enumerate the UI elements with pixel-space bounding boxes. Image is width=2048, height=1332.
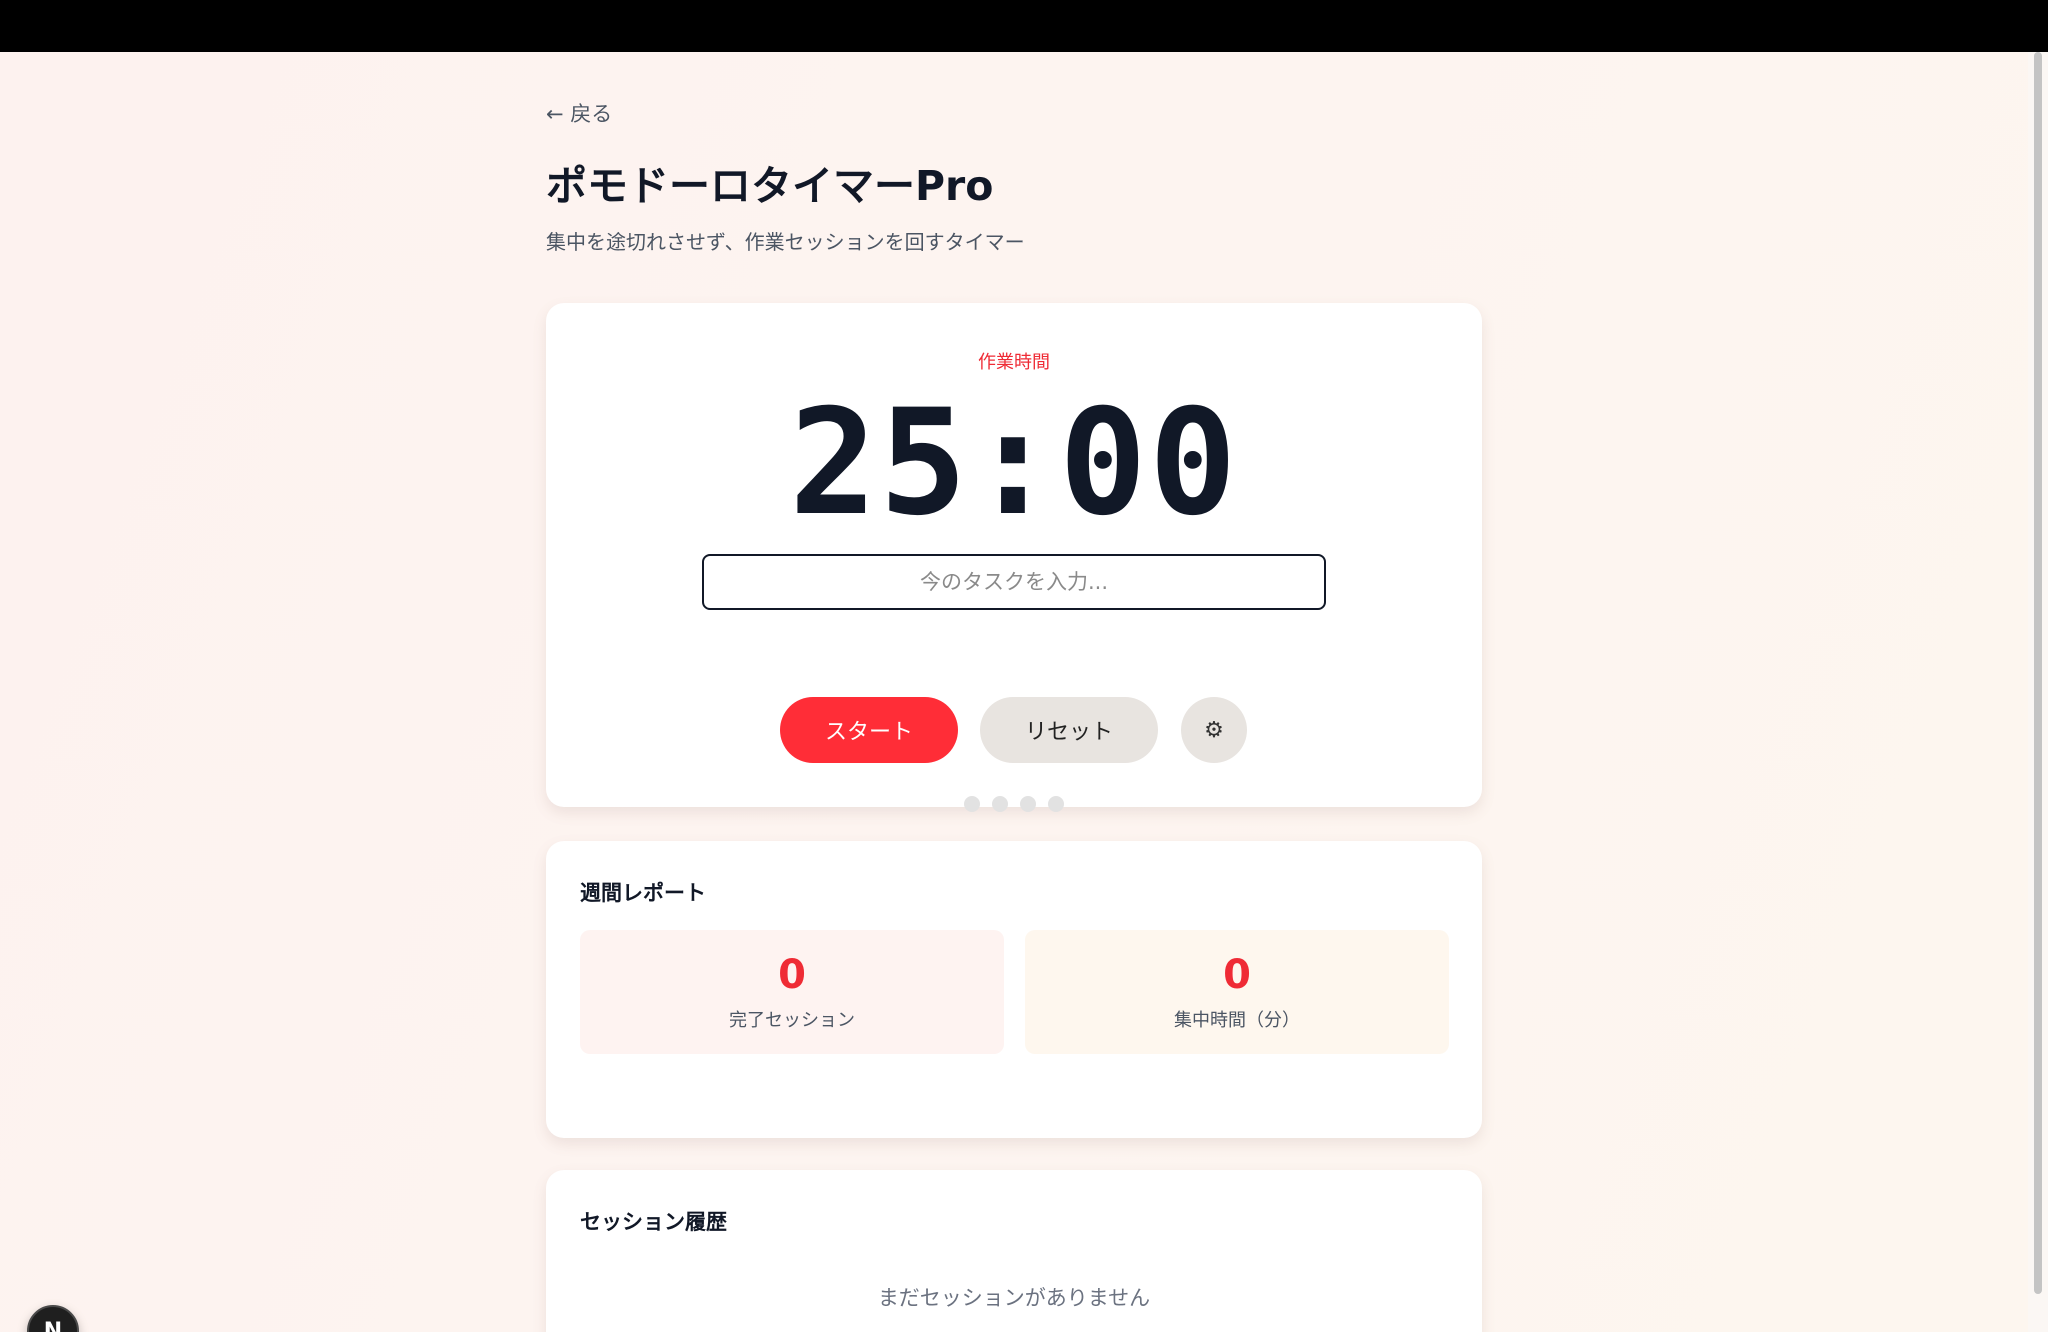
session-dot [1020,796,1036,812]
start-button[interactable]: スタート [780,697,958,763]
stat-label: 集中時間（分） [1174,1010,1300,1031]
page-title: ポモドーロタイマーPro [546,162,994,210]
gear-icon: ⚙ [1204,717,1224,743]
session-progress-dots [546,796,1482,812]
weekly-report-heading: 週間レポート [580,881,706,905]
dev-tools-badge[interactable]: N [27,1305,79,1332]
page-subtitle: 集中を途切れさせず、作業セッションを回すタイマー [546,230,1025,254]
stat-value: 0 [1223,952,1251,998]
settings-button[interactable]: ⚙ [1181,697,1247,763]
stat-value: 0 [778,952,806,998]
scrollbar-thumb[interactable] [2034,52,2042,1294]
page: ← 戻る ポモドーロタイマーPro 集中を途切れさせず、作業セッションを回すタイ… [0,52,2048,1332]
history-empty-message: まだセッションがありません [877,1286,1151,1310]
timer-mode-label: 作業時間 [978,352,1050,373]
session-history-card: セッション履歴 まだセッションがありません [546,1170,1482,1332]
weekly-report-card: 週間レポート 0 完了セッション 0 集中時間（分） [546,841,1482,1138]
browser-top-bar [0,0,2048,52]
session-history-heading: セッション履歴 [580,1210,727,1234]
timer-display: 25:00 [789,378,1239,548]
stat-label: 完了セッション [729,1010,855,1031]
session-dot [964,796,980,812]
scrollbar[interactable] [2028,52,2048,1332]
task-input[interactable] [702,554,1326,610]
stat-focus-minutes: 0 集中時間（分） [1025,930,1449,1054]
timer-card: 作業時間 25:00 スタート リセット ⚙ [546,303,1482,812]
back-link[interactable]: ← 戻る [546,98,612,128]
session-dot [992,796,1008,812]
session-dot [1048,796,1064,812]
reset-button[interactable]: リセット [980,697,1158,763]
stat-completed-sessions: 0 完了セッション [580,930,1004,1054]
